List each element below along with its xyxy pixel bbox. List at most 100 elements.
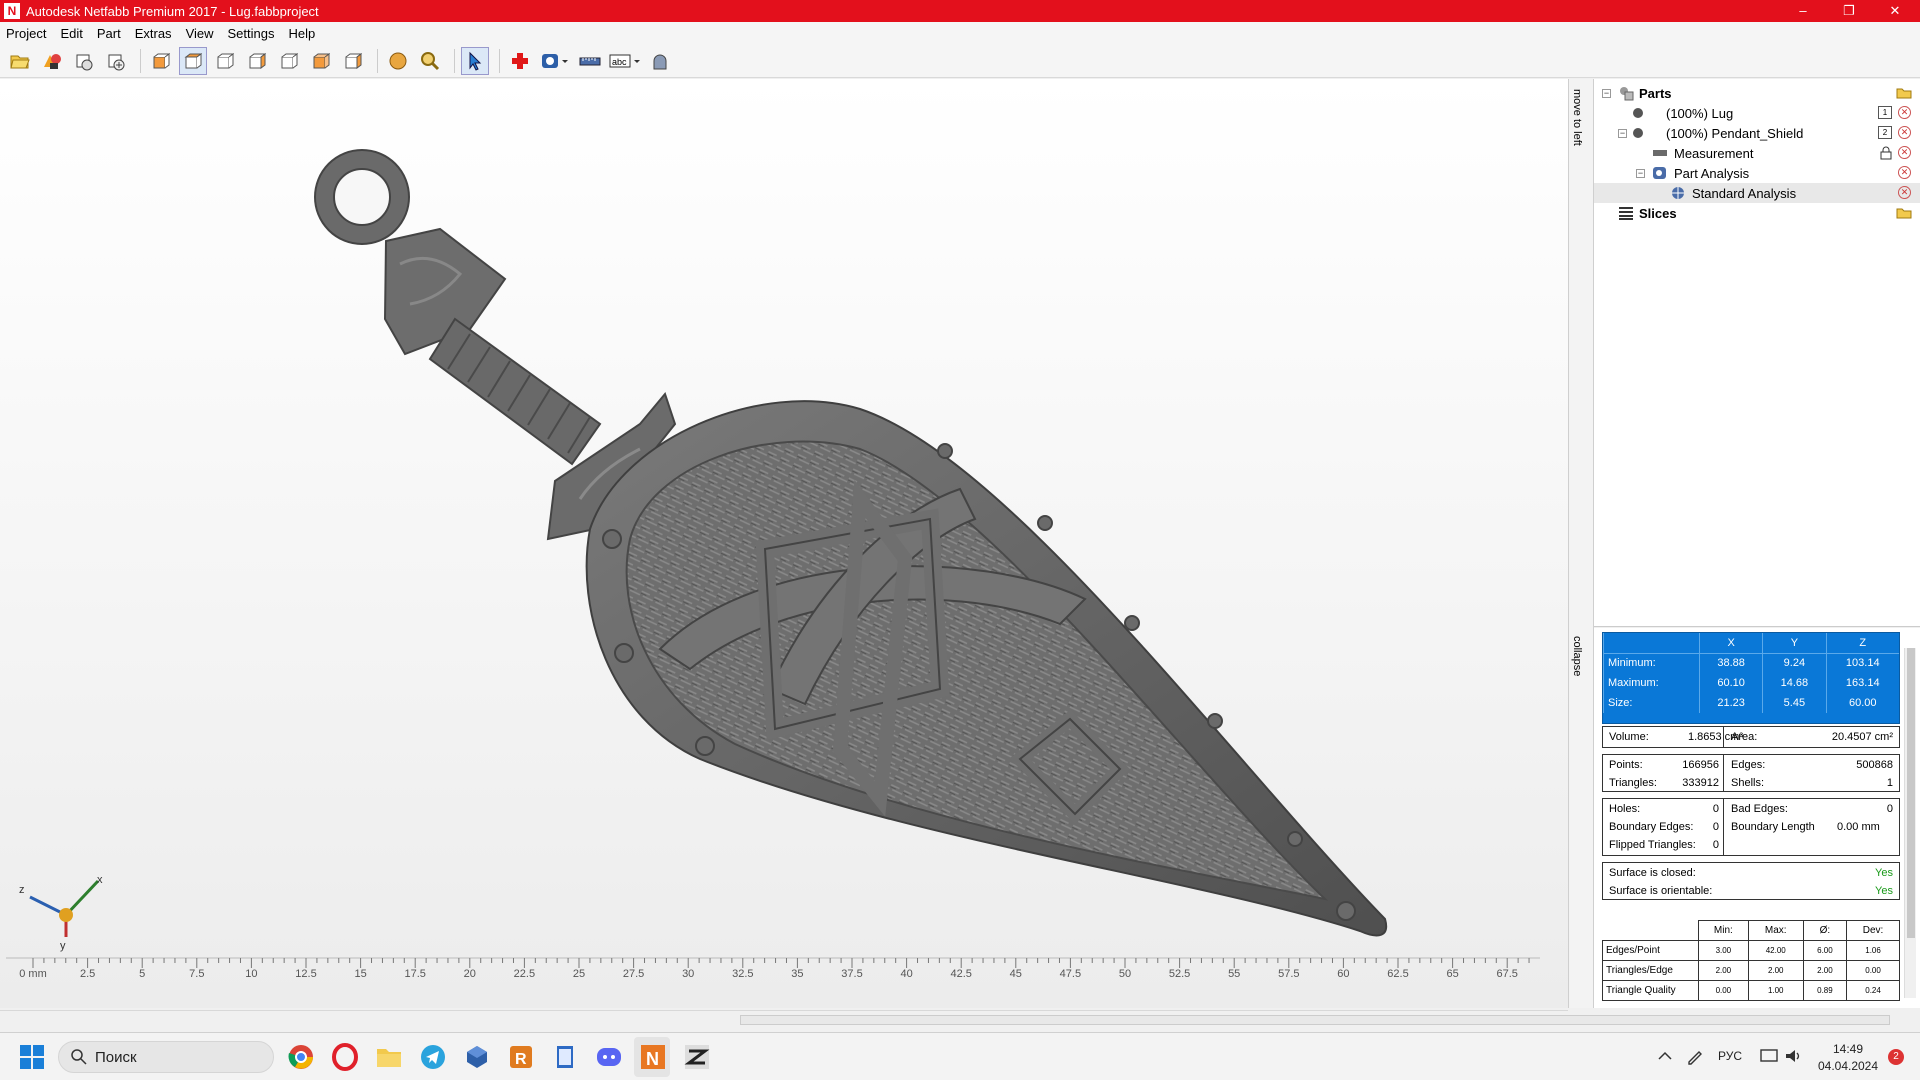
quality-row-triangles-edge: Triangles/Edge 2.00 2.00 2.00 0.00 bbox=[1602, 960, 1900, 981]
view-bottom-button[interactable] bbox=[211, 47, 239, 75]
analysis-scrollbar[interactable] bbox=[1904, 648, 1916, 998]
collapse-toggle[interactable]: − bbox=[1636, 169, 1645, 178]
chrome-icon[interactable] bbox=[287, 1043, 315, 1071]
visibility-icon[interactable] bbox=[1632, 105, 1648, 121]
toolbar-separator bbox=[377, 48, 378, 73]
windows-start-icon[interactable] bbox=[20, 1045, 44, 1069]
view-right-button[interactable] bbox=[275, 47, 303, 75]
shells-value: 1 bbox=[1886, 777, 1893, 789]
minimize-button[interactable]: – bbox=[1780, 0, 1826, 22]
view-cube-front-icon bbox=[153, 52, 170, 68]
shading-button[interactable] bbox=[384, 47, 412, 75]
repair-button[interactable] bbox=[506, 47, 534, 75]
notification-badge[interactable]: 2 bbox=[1888, 1049, 1904, 1065]
add-part-button[interactable] bbox=[38, 47, 66, 75]
menu-settings[interactable]: Settings bbox=[228, 26, 275, 41]
remove-icon[interactable]: ✕ bbox=[1898, 146, 1911, 159]
tree-item-part-analysis[interactable]: − Part Analysis ✕ bbox=[1594, 163, 1920, 183]
boundary-length-label: Boundary Length bbox=[1731, 821, 1815, 833]
remove-icon[interactable]: ✕ bbox=[1898, 186, 1911, 199]
remove-icon[interactable]: ✕ bbox=[1898, 126, 1911, 139]
open-project-button[interactable] bbox=[6, 47, 34, 75]
import-part-button[interactable] bbox=[70, 47, 98, 75]
pen-icon[interactable] bbox=[1686, 1047, 1704, 1065]
taskbar-search[interactable]: Поиск bbox=[58, 1041, 274, 1073]
menu-extras[interactable]: Extras bbox=[135, 26, 172, 41]
label-dropdown-button[interactable]: abc bbox=[608, 47, 642, 75]
quality-value: 6.00 bbox=[1802, 940, 1848, 961]
opera-icon[interactable] bbox=[331, 1043, 359, 1071]
tree-item-parts[interactable]: − Parts bbox=[1594, 83, 1920, 103]
tree-item-slices[interactable]: Slices bbox=[1594, 203, 1920, 223]
zbrush-icon[interactable] bbox=[683, 1043, 711, 1071]
tree-label-lug: (100%) Lug bbox=[1666, 105, 1734, 121]
defects-box: Holes: 0 Boundary Edges: 0 Flipped Trian… bbox=[1602, 798, 1900, 856]
3d-viewport[interactable]: x z y bbox=[0, 79, 1568, 1008]
menu-part[interactable]: Part bbox=[97, 26, 121, 41]
chevron-up-icon[interactable] bbox=[1658, 1051, 1672, 1061]
netfabb-icon[interactable]: N bbox=[639, 1043, 667, 1071]
bbox-label: Minimum: bbox=[1603, 653, 1700, 673]
add-assembly-button[interactable] bbox=[102, 47, 130, 75]
folder-icon[interactable] bbox=[1896, 87, 1912, 99]
volume-icon[interactable] bbox=[1784, 1048, 1802, 1064]
collapse-tab[interactable]: collapse bbox=[1571, 636, 1583, 676]
clock-time[interactable]: 14:49 bbox=[1823, 1042, 1873, 1056]
menu-view[interactable]: View bbox=[186, 26, 214, 41]
move-to-left-tab[interactable]: move to left bbox=[1571, 89, 1583, 146]
file-explorer-icon[interactable] bbox=[375, 1043, 403, 1071]
menu-help[interactable]: Help bbox=[289, 26, 316, 41]
quality-value: 2.00 bbox=[1747, 960, 1804, 981]
quality-value: 0.00 bbox=[1698, 980, 1749, 1001]
flipped-triangles-label: Flipped Triangles: bbox=[1609, 839, 1696, 851]
tree-label-parts: Parts bbox=[1639, 85, 1672, 101]
menu-edit[interactable]: Edit bbox=[60, 26, 82, 41]
select-tool-button[interactable] bbox=[461, 46, 489, 75]
scrollbar-thumb[interactable] bbox=[1907, 648, 1915, 938]
folder-icon[interactable] bbox=[1896, 207, 1912, 219]
boundary-edges-label: Boundary Edges: bbox=[1609, 821, 1694, 833]
menu-project[interactable]: Project bbox=[6, 26, 46, 41]
zoom-button[interactable] bbox=[416, 47, 444, 75]
shells-label: Shells: bbox=[1731, 777, 1765, 789]
view-iso-button[interactable] bbox=[339, 47, 367, 75]
ruler-label: 22.5 bbox=[513, 968, 536, 980]
notepad-icon[interactable] bbox=[551, 1043, 579, 1071]
view-left-button[interactable] bbox=[243, 47, 271, 75]
visibility-icon[interactable] bbox=[1632, 125, 1648, 141]
tree-item-measurement[interactable]: Measurement ✕ bbox=[1594, 143, 1920, 163]
ruler-label: 47.5 bbox=[1059, 968, 1082, 980]
view-front-button[interactable] bbox=[147, 47, 175, 75]
clock-date[interactable]: 04.04.2024 bbox=[1812, 1059, 1884, 1073]
discord-icon[interactable] bbox=[595, 1043, 623, 1071]
telegram-icon[interactable] bbox=[419, 1043, 447, 1071]
red-cross-icon bbox=[512, 52, 528, 69]
maximize-button[interactable]: ❐ bbox=[1826, 0, 1872, 22]
tree-item-standard-analysis[interactable]: Standard Analysis ✕ bbox=[1594, 183, 1920, 203]
ruler-label: 0 mm bbox=[19, 968, 47, 980]
app-cube-icon[interactable] bbox=[463, 1043, 491, 1071]
menu-bar: Project Edit Part Extras View Settings H… bbox=[0, 22, 1920, 44]
close-button[interactable]: ✕ bbox=[1872, 0, 1918, 22]
remove-icon[interactable]: ✕ bbox=[1898, 106, 1911, 119]
analysis-dropdown-button[interactable] bbox=[538, 47, 572, 75]
surface-closed-value: Yes bbox=[1875, 867, 1893, 879]
view-back-button[interactable] bbox=[307, 47, 335, 75]
network-icon[interactable] bbox=[1760, 1048, 1778, 1064]
measure-button[interactable] bbox=[576, 47, 604, 75]
tree-item-lug[interactable]: (100%) Lug 1 ✕ bbox=[1594, 103, 1920, 123]
pendant-shield-model[interactable]: x z y bbox=[0, 79, 1568, 1008]
view-cube-iso-icon bbox=[345, 52, 362, 69]
horizontal-scrollbar[interactable] bbox=[740, 1015, 1890, 1025]
ruler-label: 17.5 bbox=[404, 968, 426, 980]
remove-icon[interactable]: ✕ bbox=[1898, 166, 1911, 179]
tree-item-pendant-shield[interactable]: − (100%) Pendant_Shield 2 ✕ bbox=[1594, 123, 1920, 143]
input-language[interactable]: РУС bbox=[1718, 1049, 1742, 1063]
collapse-toggle[interactable]: − bbox=[1618, 129, 1627, 138]
lock-icon[interactable] bbox=[1879, 146, 1893, 160]
volume-label: Volume: bbox=[1609, 731, 1649, 743]
app-r-icon[interactable]: R bbox=[507, 1043, 535, 1071]
support-button[interactable] bbox=[646, 47, 674, 75]
collapse-toggle[interactable]: − bbox=[1602, 89, 1611, 98]
view-top-button[interactable] bbox=[179, 46, 207, 75]
